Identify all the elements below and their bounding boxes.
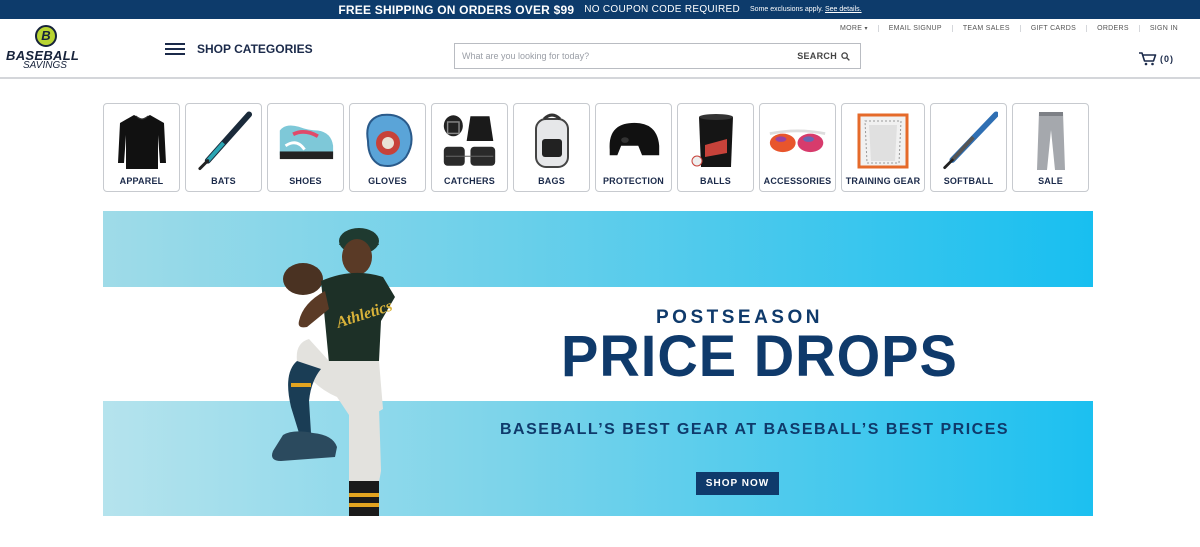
- category-sale[interactable]: SALE: [1012, 103, 1089, 192]
- pants-icon: [1021, 110, 1080, 172]
- cart-button[interactable]: (0): [1138, 52, 1174, 66]
- promo-exclusions: Some exclusions apply. See details.: [750, 6, 862, 13]
- ball-bucket-icon: [686, 110, 745, 172]
- category-gloves[interactable]: GLOVES: [349, 103, 426, 192]
- bat-icon: [194, 110, 253, 172]
- category-protection[interactable]: PROTECTION: [595, 103, 672, 192]
- category-bats[interactable]: BATS: [185, 103, 262, 192]
- category-bags[interactable]: BAGS: [513, 103, 590, 192]
- category-label: PROTECTION: [602, 176, 664, 186]
- logo-ball-icon: B: [35, 25, 57, 47]
- util-link-sign-in[interactable]: SIGN IN: [1138, 25, 1188, 32]
- util-link-orders[interactable]: ORDERS: [1086, 25, 1139, 32]
- helmet-icon: [604, 110, 663, 172]
- baseball-savings-logo[interactable]: B BASEBALL SAVINGS: [6, 25, 86, 73]
- category-label: TRAINING GEAR: [845, 176, 921, 186]
- category-label: CATCHERS: [444, 176, 495, 186]
- util-link-gift-cards[interactable]: GIFT CARDS: [1019, 25, 1086, 32]
- logo-word-savings: SAVINGS: [23, 60, 67, 71]
- category-label: SALE: [1038, 176, 1063, 186]
- shop-categories-label: SHOP CATEGORIES: [197, 42, 313, 56]
- chevron-down-icon: ▾: [864, 26, 868, 32]
- util-link-more[interactable]: MORE ▾: [830, 25, 878, 32]
- bag-icon: [522, 110, 581, 172]
- promo-sub-text: NO COUPON CODE REQUIRED: [584, 4, 741, 15]
- category-label: BALLS: [700, 176, 731, 186]
- shop-now-button[interactable]: SHOP NOW: [696, 472, 779, 495]
- cart-count: (0): [1160, 54, 1174, 64]
- category-shoes[interactable]: SHOES: [267, 103, 344, 192]
- search-button[interactable]: SEARCH: [797, 51, 860, 61]
- util-link-email-signup[interactable]: EMAIL SIGNUP: [877, 25, 952, 32]
- softball-bat-icon: [939, 110, 998, 172]
- utility-links: MORE ▾ EMAIL SIGNUP TEAM SALES GIFT CARD…: [830, 25, 1188, 32]
- hero-banner[interactable]: Athletics POSTSEASON PRICE DROPS BASEBAL…: [103, 211, 1093, 516]
- category-catchers[interactable]: CATCHERS: [431, 103, 508, 192]
- search-input[interactable]: [455, 44, 798, 68]
- cart-icon: [1139, 52, 1157, 66]
- site-header: B BASEBALL SAVINGS SHOP CATEGORIES SEARC…: [0, 19, 1200, 79]
- category-label: GLOVES: [368, 176, 407, 186]
- sunglasses-icon: [768, 110, 827, 172]
- see-details-link[interactable]: See details.: [825, 6, 862, 13]
- promo-main-text: FREE SHIPPING ON ORDERS OVER $99: [338, 2, 575, 17]
- shirt-icon: [112, 110, 171, 172]
- pitcher-image: Athletics: [272, 228, 395, 516]
- shoe-icon: [276, 110, 335, 172]
- promo-exclusions-text: Some exclusions apply.: [750, 6, 824, 13]
- shop-categories-button[interactable]: SHOP CATEGORIES: [165, 42, 313, 56]
- search-icon: [841, 51, 850, 61]
- glove-icon: [358, 110, 417, 172]
- catchers-gear-icon: [440, 110, 499, 172]
- category-label: SHOES: [289, 176, 322, 186]
- category-label: APPAREL: [119, 176, 164, 186]
- category-softball[interactable]: SOFTBALL: [930, 103, 1007, 192]
- net-icon: [850, 110, 916, 172]
- category-tiles: APPAREL BATS SHOES GLOVES CATCHERS BAGS: [103, 103, 1089, 192]
- promo-bar: FREE SHIPPING ON ORDERS OVER $99 NO COUP…: [0, 0, 1200, 19]
- category-label: ACCESSORIES: [763, 176, 832, 186]
- hero-headline: PRICE DROPS: [561, 322, 958, 389]
- category-accessories[interactable]: ACCESSORIES: [759, 103, 836, 192]
- hero-tagline: BASEBALL’S BEST GEAR AT BASEBALL’S BEST …: [500, 421, 1010, 438]
- search-bar: SEARCH: [454, 43, 861, 69]
- category-apparel[interactable]: APPAREL: [103, 103, 180, 192]
- category-balls[interactable]: BALLS: [677, 103, 754, 192]
- util-link-team-sales[interactable]: TEAM SALES: [951, 25, 1020, 32]
- category-label: SOFTBALL: [943, 176, 994, 186]
- search-button-label: SEARCH: [797, 51, 837, 61]
- hamburger-menu-icon: [165, 43, 185, 55]
- category-label: BATS: [211, 176, 236, 186]
- category-label: BAGS: [538, 176, 565, 186]
- logo-letter: B: [41, 28, 51, 43]
- category-training-gear[interactable]: TRAINING GEAR: [841, 103, 925, 192]
